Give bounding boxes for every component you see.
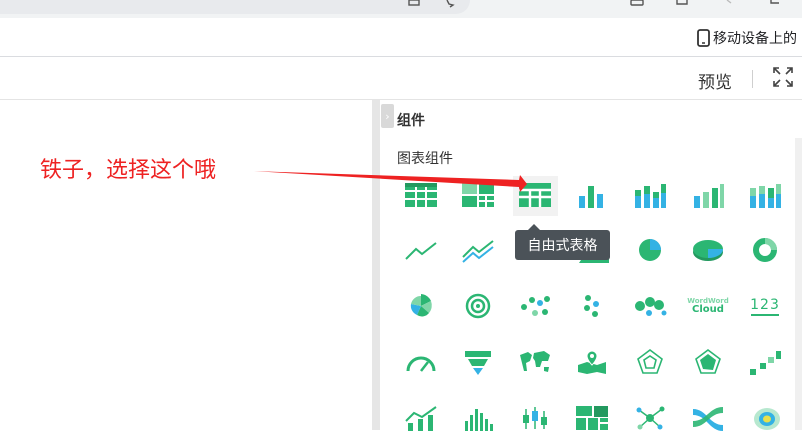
panel-scrollbar[interactable] xyxy=(795,138,802,430)
sankey-icon[interactable] xyxy=(688,398,728,438)
annotation-text: 铁子，选择这个哦 xyxy=(40,158,217,183)
number-card-icon[interactable]: 123 xyxy=(745,286,785,326)
area-chart-icon[interactable] xyxy=(515,230,516,231)
radar-chart-icon[interactable] xyxy=(630,342,670,382)
menu-icon[interactable] xyxy=(770,0,779,4)
chevron-right-icon[interactable]: › xyxy=(381,104,394,128)
bookmarks-bar xyxy=(0,18,802,57)
treemap-icon[interactable] xyxy=(572,398,612,438)
extension-icon[interactable] xyxy=(676,0,688,5)
candlestick-icon[interactable] xyxy=(515,398,555,438)
rose-chart-icon[interactable] xyxy=(401,286,441,326)
ring-progress-icon[interactable] xyxy=(458,286,498,326)
toolbar-divider xyxy=(752,70,753,88)
qr-code-icon[interactable] xyxy=(408,0,420,6)
section-title: 图表组件 xyxy=(397,151,453,167)
freeform-table-icon[interactable] xyxy=(515,175,555,215)
scatter-chart-icon[interactable] xyxy=(515,286,555,326)
table-icon[interactable] xyxy=(401,175,441,215)
line-chart-icon[interactable] xyxy=(401,230,441,270)
mobile-bookmarks[interactable]: 移动设备上的 xyxy=(697,28,797,48)
star-icon[interactable] xyxy=(446,0,455,8)
funnel-icon[interactable] xyxy=(458,342,498,382)
step-bar-icon[interactable] xyxy=(745,342,785,382)
panel-splitter[interactable] xyxy=(372,100,380,430)
dot-chart-icon[interactable] xyxy=(572,286,612,326)
fullscreen-icon[interactable] xyxy=(772,66,794,88)
heatmap-icon[interactable] xyxy=(745,398,785,438)
donut-chart-icon[interactable] xyxy=(745,230,785,270)
bar-line-combo-icon[interactable] xyxy=(401,398,441,438)
pie-chart-icon[interactable] xyxy=(630,230,670,270)
component-tooltip: 自由式表格 xyxy=(515,230,610,260)
filled-radar-icon[interactable] xyxy=(688,342,728,382)
bar-chart-icon[interactable] xyxy=(572,175,612,215)
gauge-icon[interactable] xyxy=(401,342,441,382)
number-card-label: 123 xyxy=(750,296,780,313)
forward-icon[interactable] xyxy=(726,0,732,4)
network-graph-icon[interactable] xyxy=(630,398,670,438)
app-toolbar xyxy=(0,57,802,100)
panel-title: 组件 xyxy=(397,113,425,129)
phone-icon xyxy=(697,29,710,47)
pie-3d-icon[interactable] xyxy=(688,230,728,270)
address-bar-icons xyxy=(408,0,455,8)
bar-3d-icon[interactable] xyxy=(688,175,728,215)
number-card-underline xyxy=(751,313,779,316)
browser-toolbar-icons xyxy=(630,0,779,6)
preview-button[interactable]: 预览 xyxy=(698,68,732,93)
address-bar[interactable] xyxy=(0,0,470,14)
design-canvas[interactable] xyxy=(0,100,372,430)
multi-line-chart-icon[interactable] xyxy=(458,230,498,270)
cross-table-icon[interactable] xyxy=(458,175,498,215)
bubble-chart-icon[interactable] xyxy=(630,286,670,326)
word-cloud-icon[interactable]: WordWord Cloud xyxy=(687,286,729,326)
world-map-icon[interactable] xyxy=(515,342,555,382)
mobile-bookmarks-label: 移动设备上的 xyxy=(713,31,797,47)
screenshot-icon[interactable] xyxy=(630,0,644,6)
stacked-bar-3d-icon[interactable] xyxy=(745,175,785,215)
word-cloud-large-text: Cloud xyxy=(692,303,724,315)
location-map-icon[interactable] xyxy=(572,342,612,382)
histogram-icon[interactable] xyxy=(458,398,498,438)
stacked-bar-icon[interactable] xyxy=(630,175,670,215)
